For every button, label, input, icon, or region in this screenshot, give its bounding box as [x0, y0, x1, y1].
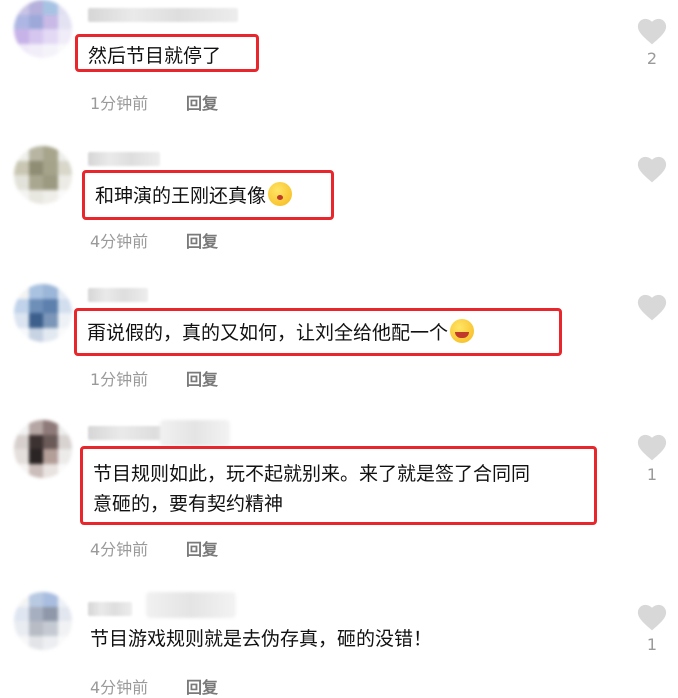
- face-blowing-kiss-emoji: [268, 182, 293, 206]
- avatar[interactable]: [14, 592, 72, 650]
- heart-icon: [637, 18, 667, 45]
- heart-icon: [637, 156, 667, 183]
- timestamp: 1分钟前: [90, 370, 149, 389]
- comment-text: 和珅演的王刚还真像: [82, 170, 334, 220]
- like-button[interactable]: [636, 156, 668, 187]
- avatar[interactable]: [14, 146, 72, 204]
- username-blurred[interactable]: [88, 602, 132, 616]
- comment-text: 甭说假的，真的又如何，让刘全给他配一个: [74, 308, 562, 356]
- username-blurred: [160, 420, 230, 446]
- like-count: 2: [646, 49, 658, 68]
- comment-text: 然后节目就停了: [75, 34, 259, 72]
- reply-button[interactable]: 回复: [186, 370, 218, 389]
- like-button[interactable]: 1: [636, 434, 668, 484]
- reply-button[interactable]: 回复: [186, 678, 218, 697]
- avatar[interactable]: [14, 0, 72, 58]
- timestamp: 4分钟前: [90, 540, 149, 559]
- like-button[interactable]: 1: [636, 604, 668, 654]
- like-button[interactable]: [636, 294, 668, 325]
- comment-meta: 1分钟前 回复: [90, 90, 218, 114]
- timestamp: 4分钟前: [90, 232, 149, 251]
- reply-button[interactable]: 回复: [186, 94, 218, 113]
- timestamp: 1分钟前: [90, 94, 149, 113]
- heart-icon: [637, 294, 667, 321]
- like-count: 1: [646, 465, 658, 484]
- avatar[interactable]: [14, 284, 72, 342]
- username-blurred[interactable]: [88, 288, 148, 302]
- reply-button[interactable]: 回复: [186, 232, 218, 251]
- comment-meta: 4分钟前 回复: [90, 674, 218, 698]
- like-button[interactable]: 2: [636, 18, 668, 68]
- comment-meta: 4分钟前 回复: [90, 536, 218, 560]
- username-blurred[interactable]: [88, 152, 160, 166]
- comment-text: 节目规则如此，玩不起就别来。来了就是签了合同同 意砸的，要有契约精神: [80, 446, 597, 525]
- heart-icon: [637, 434, 667, 461]
- timestamp: 4分钟前: [90, 678, 149, 697]
- like-count: 1: [646, 635, 658, 654]
- reply-button[interactable]: 回复: [186, 540, 218, 559]
- comment-meta: 4分钟前 回复: [90, 228, 218, 252]
- heart-icon: [637, 604, 667, 631]
- comment-text: 节目游戏规则就是去伪存真，砸的没错！: [90, 628, 433, 650]
- username-blurred: [146, 592, 236, 618]
- rolling-laughing-emoji: [450, 319, 475, 343]
- username-blurred[interactable]: [88, 8, 238, 22]
- avatar[interactable]: [14, 420, 72, 478]
- comment-meta: 1分钟前 回复: [90, 366, 218, 390]
